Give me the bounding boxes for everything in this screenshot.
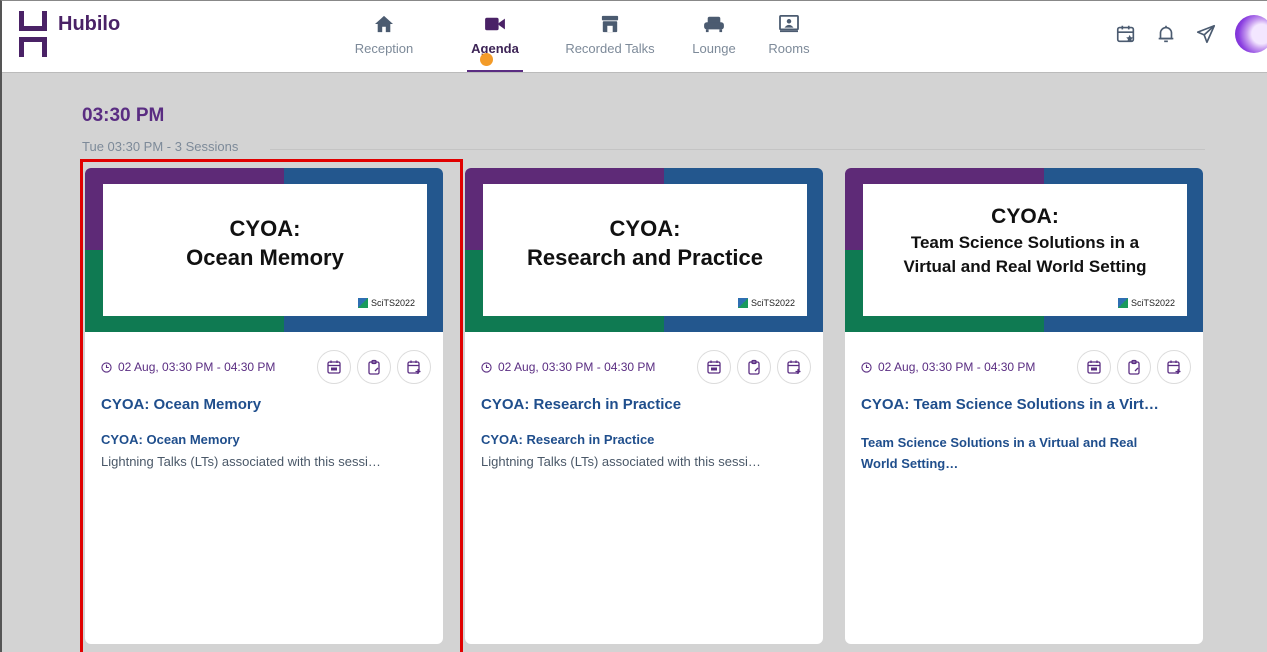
app-name: Hubilo — [58, 12, 121, 35]
add-to-calendar-button[interactable] — [1077, 350, 1111, 384]
notes-button[interactable] — [1117, 350, 1151, 384]
clock-icon — [481, 361, 492, 373]
notification-dot — [480, 53, 493, 66]
sofa-icon — [704, 16, 724, 33]
banner-title: CYOA: Research and Practice — [526, 216, 764, 270]
calendar-add-icon — [787, 360, 801, 374]
session-subtitle: Team Science Solutions in a Virtual and … — [861, 435, 1138, 471]
home-icon — [375, 15, 393, 33]
session-card[interactable]: CYOA: Research and Practice SciTS2022 02… — [465, 168, 823, 644]
session-banner: CYOA: Team Science Solutions in a Virtua… — [845, 168, 1203, 332]
banner-title: CYOA: Team Science Solutions in a Virtua… — [903, 205, 1147, 276]
video-icon — [485, 17, 505, 31]
send-icon[interactable] — [1195, 23, 1217, 45]
session-meta: 02 Aug, 03:30 PM - 04:30 PM — [481, 349, 811, 385]
calendar-icon — [707, 360, 721, 374]
add-to-schedule-button[interactable] — [777, 350, 811, 384]
session-title[interactable]: CYOA: Research in Practice — [481, 396, 811, 413]
hubilo-logo-mark — [16, 7, 50, 61]
avatar[interactable] — [1235, 15, 1267, 53]
nav-recorded-talks[interactable]: Recorded Talks — [546, 1, 674, 73]
nav-reception[interactable]: Reception — [332, 1, 436, 73]
header-actions — [1115, 15, 1267, 53]
calendar-star-icon[interactable] — [1115, 23, 1137, 45]
session-card[interactable]: CYOA: Team Science Solutions in a Virtua… — [845, 168, 1203, 644]
notes-button[interactable] — [737, 350, 771, 384]
rooms-icon — [779, 15, 799, 33]
nav-label-rooms: Rooms — [768, 41, 810, 56]
main-nav: Reception Agenda Recorded Talks Lounge R… — [332, 1, 824, 73]
session-subtitle: CYOA: Research in Practice — [481, 432, 655, 447]
add-to-calendar-button[interactable] — [697, 350, 731, 384]
nav-agenda[interactable]: Agenda — [456, 1, 534, 73]
session-title[interactable]: CYOA: Team Science Solutions in a Virt… — [861, 396, 1191, 413]
session-time: 02 Aug, 03:30 PM - 04:30 PM — [481, 360, 691, 374]
bell-icon[interactable] — [1155, 23, 1177, 45]
time-slot-heading: 03:30 PM — [82, 105, 165, 126]
nav-label-recorded-talks: Recorded Talks — [565, 41, 655, 56]
nav-rooms[interactable]: Rooms — [754, 1, 824, 73]
selection-highlight — [80, 159, 463, 652]
store-icon — [601, 15, 619, 33]
add-to-schedule-button[interactable] — [1157, 350, 1191, 384]
session-meta: 02 Aug, 03:30 PM - 04:30 PM — [861, 349, 1191, 385]
session-description: Lightning Talks (LTs) associated with th… — [481, 454, 761, 469]
calendar-add-icon — [1167, 360, 1181, 374]
clipboard-icon — [748, 359, 760, 375]
session-banner: CYOA: Research and Practice SciTS2022 — [465, 168, 823, 332]
top-header: Hubilo Reception Agenda Recorded Talks L… — [2, 1, 1267, 73]
scits-logo: SciTS2022 — [737, 298, 795, 308]
time-slot-subheading: Tue 03:30 PM - 3 Sessions — [82, 139, 239, 154]
nav-label-lounge: Lounge — [692, 41, 736, 56]
calendar-icon — [1087, 360, 1101, 374]
nav-label-reception: Reception — [354, 41, 414, 56]
active-tab-underline — [467, 70, 523, 72]
clipboard-icon — [1128, 359, 1140, 375]
scits-logo: SciTS2022 — [1117, 298, 1175, 308]
session-time: 02 Aug, 03:30 PM - 04:30 PM — [861, 360, 1071, 374]
nav-label-agenda: Agenda — [471, 41, 519, 56]
hubilo-logo[interactable]: Hubilo — [16, 7, 120, 61]
nav-lounge[interactable]: Lounge — [674, 1, 754, 73]
divider — [270, 149, 1205, 150]
clock-icon — [861, 361, 872, 373]
